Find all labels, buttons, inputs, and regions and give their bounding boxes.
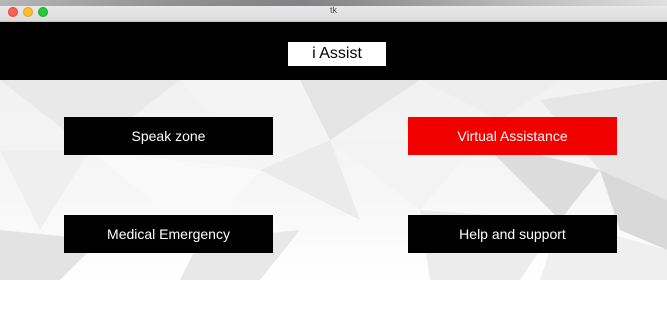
window-title: tk [329,5,337,15]
app-title: i Assist [288,42,386,66]
speak-zone-button[interactable]: Speak zone [64,117,273,155]
virtual-assistance-button[interactable]: Virtual Assistance [408,117,617,155]
window-titlebar: tk [0,0,667,22]
help-and-support-button[interactable]: Help and support [408,215,617,253]
medical-emergency-button[interactable]: Medical Emergency [64,215,273,253]
app-header: i Assist [0,22,667,80]
